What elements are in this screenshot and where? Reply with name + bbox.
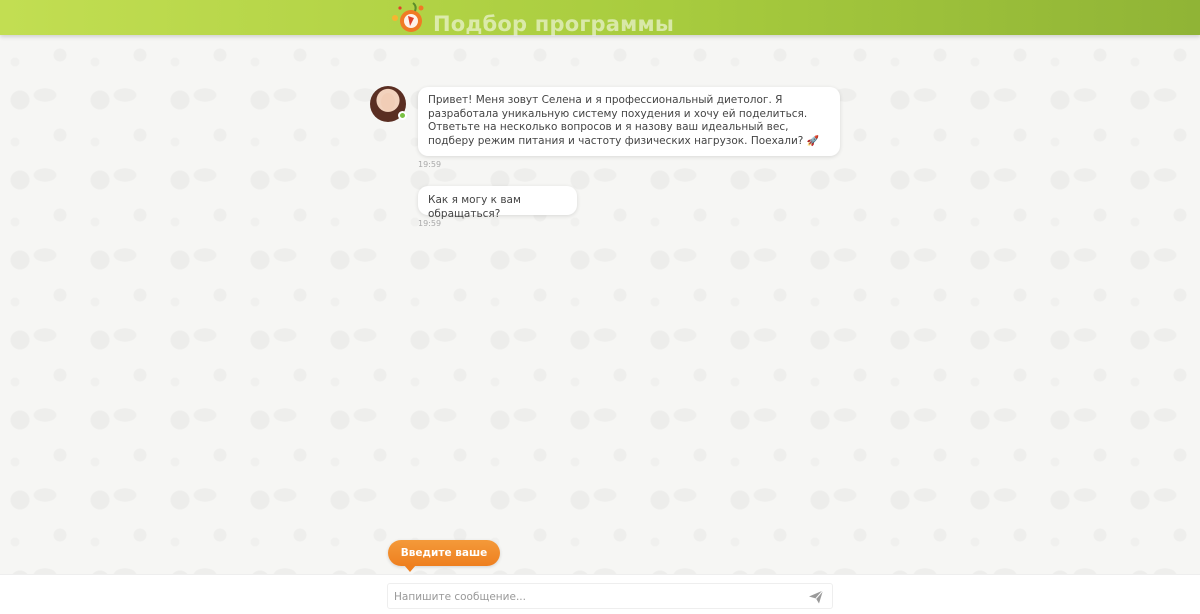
online-status-indicator bbox=[398, 111, 407, 120]
name-hint-tooltip[interactable]: Введите ваше имя bbox=[388, 540, 500, 585]
composer-bar bbox=[0, 574, 1200, 614]
message-bubble: Как я могу к вам обращаться? bbox=[418, 186, 577, 220]
message-text: Привет! Меня зовут Селена и я профессион… bbox=[428, 94, 808, 147]
page-title: Подбор программы bbox=[433, 12, 675, 36]
fruit-logo-icon bbox=[392, 2, 424, 32]
message-time: 19:59 bbox=[418, 219, 442, 228]
message-input[interactable] bbox=[394, 586, 794, 607]
header-bar: Подбор программы bbox=[0, 0, 1200, 36]
rocket-emoji: 🚀 bbox=[806, 135, 820, 147]
avatar bbox=[370, 86, 407, 122]
message-bubble: Привет! Меня зовут Селена и я профессион… bbox=[418, 87, 840, 156]
chat-area: Привет! Меня зовут Селена и я профессион… bbox=[0, 0, 1200, 574]
message-input-wrapper bbox=[387, 583, 833, 609]
send-icon[interactable] bbox=[808, 589, 824, 605]
message-time: 19:59 bbox=[418, 160, 442, 169]
avatar-face bbox=[381, 93, 395, 111]
message-text: Как я могу к вам обращаться? bbox=[428, 194, 521, 220]
